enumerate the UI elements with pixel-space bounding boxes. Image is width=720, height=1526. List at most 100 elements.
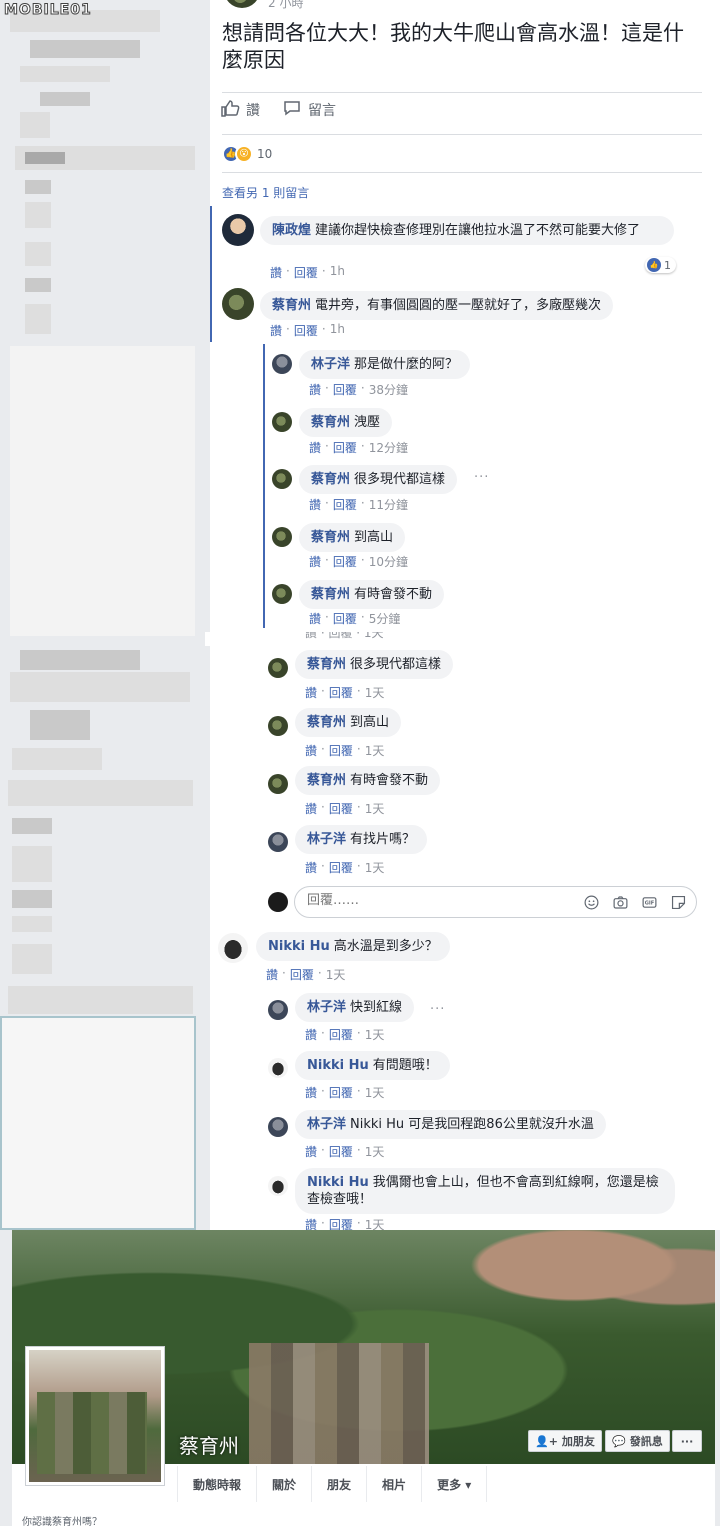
comment-time: 10分鐘	[368, 555, 408, 569]
comment-button[interactable]: 留言	[282, 98, 336, 122]
reply-link[interactable]: 回覆	[290, 966, 314, 983]
sticker-icon[interactable]	[668, 892, 688, 912]
comment-text: 洩壓	[354, 415, 381, 430]
more-button[interactable]: ···	[672, 1430, 702, 1452]
commenter-name[interactable]: 林子洋	[307, 1000, 346, 1015]
comment-meta: 讚 · 回覆 · 1h	[270, 264, 345, 281]
comment-meta: 讚 · 回覆 · 1h	[270, 322, 345, 339]
commenter-name[interactable]: 蔡育州	[311, 472, 350, 487]
comment-like-count[interactable]: 👍 1	[645, 257, 676, 273]
view-more-comments-link[interactable]: 查看另 1 則留言	[222, 184, 309, 201]
tab-timeline[interactable]: 動態時報	[177, 1466, 258, 1502]
like-link[interactable]: 讚	[309, 496, 321, 513]
commenter-name[interactable]: 蔡育州	[307, 715, 346, 730]
reply-link[interactable]: 回覆	[333, 381, 357, 398]
divider	[222, 172, 702, 173]
reply-link[interactable]: 回覆	[294, 264, 318, 281]
commenter-name[interactable]: Nikki Hu	[268, 939, 330, 954]
like-link[interactable]: 讚	[266, 966, 278, 983]
message-button[interactable]: 💬 發訊息	[605, 1430, 670, 1452]
commenter-name[interactable]: 蔡育州	[272, 298, 311, 313]
comment-time: 1天	[364, 802, 385, 816]
add-friend-button[interactable]: 👤+ 加朋友	[528, 1430, 602, 1452]
comment-time: 1天	[364, 744, 385, 758]
watermark-logo: MOBILE01	[4, 2, 92, 19]
like-link[interactable]: 讚	[305, 800, 317, 817]
commenter-name[interactable]: 林子洋	[307, 1117, 346, 1132]
commenter-name[interactable]: 林子洋	[307, 832, 346, 847]
gif-icon[interactable]: GIF	[639, 892, 659, 912]
avatar[interactable]	[268, 1058, 288, 1078]
comment-text: 很多現代都這樣	[354, 472, 446, 487]
reply-link[interactable]: 回覆	[333, 439, 357, 456]
like-link[interactable]: 讚	[305, 1026, 317, 1043]
reaction-count: 10	[257, 147, 273, 161]
reply-link[interactable]: 回覆	[329, 859, 353, 876]
like-link[interactable]: 讚	[270, 322, 282, 339]
avatar[interactable]	[272, 412, 292, 432]
commenter-name[interactable]: 蔡育州	[311, 587, 350, 602]
profile-name[interactable]: 蔡育州	[179, 1430, 239, 1459]
tab-friends[interactable]: 朋友	[312, 1466, 368, 1502]
like-link[interactable]: 讚	[305, 742, 317, 759]
avatar[interactable]	[272, 584, 292, 604]
tab-about[interactable]: 關於	[257, 1466, 313, 1502]
like-link[interactable]: 讚	[305, 684, 317, 701]
avatar[interactable]	[222, 214, 254, 246]
avatar[interactable]	[268, 658, 288, 678]
reply-meta: 讚 · 回覆 · 1天	[305, 1026, 385, 1043]
avatar[interactable]	[272, 469, 292, 489]
like-button[interactable]: 讚	[220, 98, 260, 122]
like-link[interactable]: 讚	[305, 859, 317, 876]
reply-link[interactable]: 回覆	[333, 610, 357, 627]
like-link[interactable]: 讚	[270, 264, 282, 281]
reply-link[interactable]: 回覆	[329, 684, 353, 701]
more-options-icon[interactable]: ···	[430, 1002, 445, 1017]
comment-time: 1天	[364, 1086, 385, 1100]
commenter-name[interactable]: 蔡育州	[307, 773, 346, 788]
like-link[interactable]: 讚	[309, 553, 321, 570]
profile-picture[interactable]	[26, 1347, 164, 1485]
more-options-icon[interactable]: ···	[474, 470, 489, 485]
commenter-name[interactable]: 陳政煌	[272, 223, 311, 238]
comment-text: 有找片嗎？	[350, 832, 416, 847]
commenter-name[interactable]: 蔡育州	[307, 657, 346, 672]
like-link[interactable]: 讚	[309, 381, 321, 398]
reply-link[interactable]: 回覆	[333, 496, 357, 513]
avatar[interactable]	[218, 933, 248, 963]
wow-reaction-icon: 😮	[235, 145, 253, 163]
like-link[interactable]: 讚	[309, 610, 321, 627]
commenter-name[interactable]: 蔡育州	[311, 530, 350, 545]
like-link[interactable]: 讚	[305, 1084, 317, 1101]
avatar[interactable]	[268, 1117, 288, 1137]
avatar[interactable]	[268, 832, 288, 852]
reply-input-box[interactable]: GIF	[294, 886, 697, 918]
tab-photos[interactable]: 相片	[367, 1466, 423, 1502]
camera-icon[interactable]	[610, 892, 630, 912]
reply-link[interactable]: 回覆	[333, 553, 357, 570]
reply-link[interactable]: 回覆	[329, 800, 353, 817]
avatar[interactable]	[272, 527, 292, 547]
emoji-icon[interactable]	[581, 892, 601, 912]
reply-link[interactable]: 回覆	[329, 1084, 353, 1101]
commenter-name[interactable]: 林子洋	[311, 357, 350, 372]
reply-link[interactable]: 回覆	[294, 322, 318, 339]
reaction-summary[interactable]: 👍 😮 10	[222, 145, 272, 163]
commenter-name[interactable]: 蔡育州	[311, 415, 350, 430]
reply-bubble: 蔡育州 到高山	[295, 708, 402, 737]
avatar[interactable]	[268, 716, 288, 736]
avatar[interactable]	[222, 288, 254, 320]
reply-link[interactable]: 回覆	[329, 742, 353, 759]
reply-link[interactable]: 回覆	[329, 1143, 353, 1160]
reply-link[interactable]: 回覆	[329, 1026, 353, 1043]
commenter-name[interactable]: Nikki Hu	[307, 1175, 369, 1190]
avatar[interactable]	[268, 774, 288, 794]
avatar[interactable]	[268, 1000, 288, 1020]
commenter-name[interactable]: Nikki Hu	[307, 1058, 369, 1073]
avatar[interactable]	[268, 1176, 288, 1196]
like-link[interactable]: 讚	[305, 1143, 317, 1160]
like-link[interactable]: 讚	[309, 439, 321, 456]
tab-more[interactable]: 更多 ▾	[422, 1466, 488, 1502]
reply-input[interactable]	[307, 893, 557, 908]
avatar[interactable]	[272, 354, 292, 374]
